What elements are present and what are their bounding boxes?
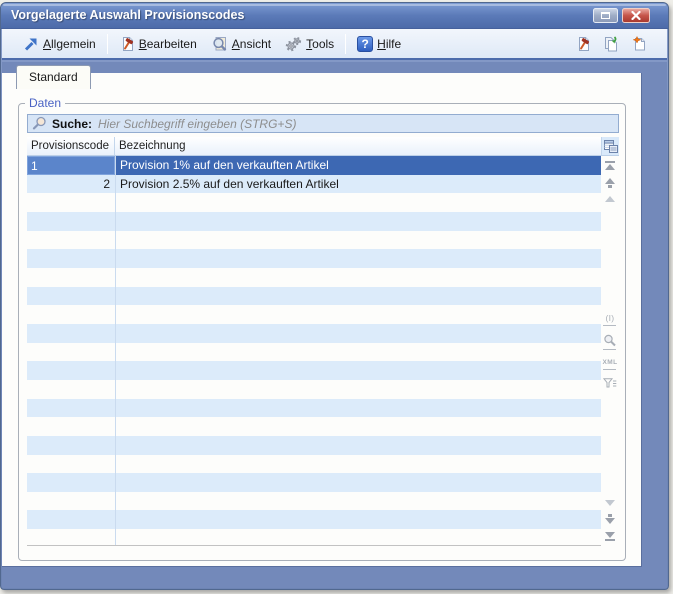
cell-bezeichnung[interactable]: Provision 2.5% auf den verkauften Artike… [115, 175, 601, 194]
table-row-empty [27, 399, 601, 418]
table-row-empty [27, 361, 601, 380]
brackets-icon: (I) [606, 314, 615, 323]
xml-icon: XML [603, 358, 618, 367]
table-row-empty [27, 287, 601, 306]
next-row-icon [605, 518, 615, 524]
new-document-icon [631, 36, 647, 52]
document-hammer-icon [575, 36, 591, 52]
copy-document-button[interactable] [601, 34, 621, 54]
close-icon [631, 11, 641, 20]
restore-button[interactable] [593, 8, 618, 23]
daten-groupbox: Daten Suche: Provisionscode Bezeichnung [18, 103, 626, 561]
table-row-empty [27, 529, 601, 546]
grid-header: Provisionscode Bezeichnung [27, 137, 619, 156]
aggregate-button[interactable]: (I) [603, 314, 616, 326]
table-row-empty [27, 492, 601, 511]
search-input[interactable] [98, 117, 614, 131]
magnifier-document-icon [211, 36, 228, 52]
help-icon: ? [357, 36, 373, 52]
grid-search-icon [603, 334, 616, 347]
client-area: Standard Daten Suche: Provisionscode Bez… [2, 62, 667, 588]
column-header-bezeichnung[interactable]: Bezeichnung [115, 137, 601, 155]
cell-provisionscode[interactable]: 2 [27, 175, 115, 194]
table-row-empty [27, 212, 601, 231]
table-body: 1 Provision 1% auf den verkauften Artike… [27, 156, 601, 546]
main-toolbar: Allgemein Bearbeiten Ansicht [2, 29, 667, 60]
filter-button[interactable] [603, 378, 617, 388]
document-hammer-button[interactable] [573, 34, 593, 54]
table-row-empty [27, 231, 601, 250]
table-row-empty [27, 436, 601, 455]
table-row-empty [27, 324, 601, 343]
search-bar[interactable]: Suche: [27, 114, 619, 133]
column-chooser-button[interactable] [601, 137, 619, 155]
table-row-empty [27, 305, 601, 324]
next-row-button[interactable] [605, 514, 615, 524]
copy-document-icon [603, 36, 619, 52]
new-document-button[interactable] [629, 34, 649, 54]
toolbar-separator [345, 34, 346, 54]
window-titlebar[interactable]: Vorgelagerte Auswahl Provisionscodes [1, 3, 668, 29]
last-row-icon [605, 532, 615, 538]
menu-tools[interactable]: Tools [278, 33, 341, 55]
column-chooser-icon [604, 140, 618, 153]
table-row-empty [27, 455, 601, 474]
close-button[interactable] [622, 8, 650, 23]
scroll-up-icon [605, 196, 615, 202]
table-row-empty [27, 193, 601, 212]
scroll-down-button[interactable] [605, 500, 615, 506]
previous-row-icon [605, 178, 615, 184]
restore-icon [601, 12, 610, 19]
menu-allgemein[interactable]: Allgemein [16, 33, 103, 55]
grid-nav-strip: (I) XML [601, 156, 619, 546]
table-row-empty [27, 417, 601, 436]
table-row[interactable]: 2 Provision 2.5% auf den verkauften Arti… [27, 175, 601, 194]
menu-hilfe[interactable]: ? Hilfe [350, 33, 408, 55]
table-row-empty [27, 380, 601, 399]
cell-provisionscode[interactable]: 1 [27, 156, 115, 175]
xml-export-button[interactable]: XML [603, 358, 618, 370]
table-row-empty [27, 249, 601, 268]
table-row-empty [27, 473, 601, 492]
table-row-empty [27, 343, 601, 362]
nav-arrow-icon [23, 36, 39, 52]
first-row-button[interactable] [605, 161, 615, 170]
cell-bezeichnung[interactable]: Provision 1% auf den verkauften Artikel [115, 156, 601, 175]
table-row[interactable]: 1 Provision 1% auf den verkauften Artike… [27, 156, 601, 175]
menu-ansicht[interactable]: Ansicht [204, 33, 278, 55]
data-grid: Provisionscode Bezeichnung [27, 137, 619, 546]
tab-standard[interactable]: Standard [16, 65, 91, 89]
search-icon [32, 116, 47, 131]
last-row-button[interactable] [605, 532, 615, 541]
grid-search-button[interactable] [603, 334, 616, 350]
tab-page: Daten Suche: Provisionscode Bezeichnung [2, 73, 642, 567]
previous-row-button[interactable] [605, 178, 615, 188]
gears-icon [285, 36, 302, 52]
column-header-provisionscode[interactable]: Provisionscode [27, 137, 115, 155]
document-hammer-icon [119, 36, 135, 52]
menu-bearbeiten[interactable]: Bearbeiten [112, 33, 204, 55]
first-row-icon [605, 161, 615, 163]
table-row-empty [27, 510, 601, 529]
groupbox-label: Daten [25, 96, 65, 110]
scroll-up-button[interactable] [605, 196, 615, 202]
scroll-down-icon [605, 500, 615, 506]
app-window: Vorgelagerte Auswahl Provisionscodes All… [0, 2, 669, 590]
table-row-empty [27, 268, 601, 287]
search-label: Suche: [52, 117, 92, 131]
filter-icon [603, 378, 617, 388]
window-title: Vorgelagerte Auswahl Provisionscodes [11, 8, 244, 22]
toolbar-separator [107, 34, 108, 54]
